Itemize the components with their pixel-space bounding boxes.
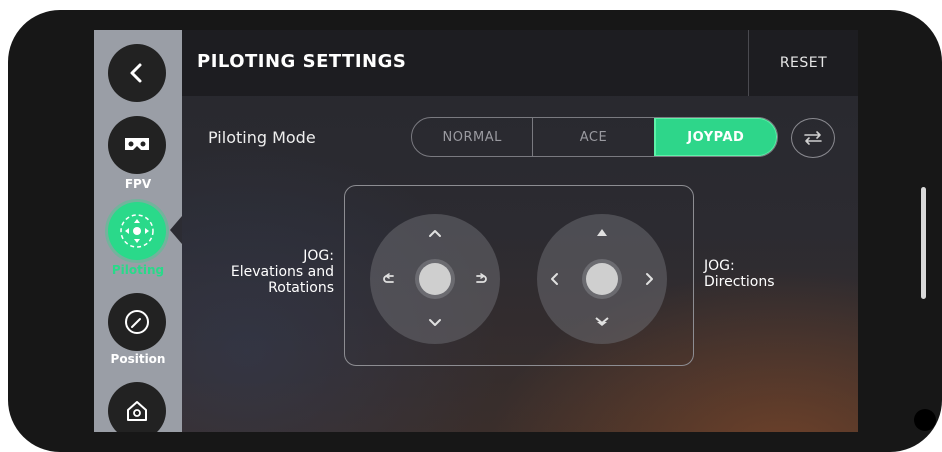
sidebar-item-label: Piloting <box>111 263 165 277</box>
left-joystick[interactable] <box>370 214 500 344</box>
sidebar-item-piloting[interactable] <box>108 202 166 260</box>
active-item-pointer <box>170 216 182 244</box>
phone-camera-dot <box>914 409 936 431</box>
joystick-preview <box>344 185 694 366</box>
home-icon <box>127 401 147 421</box>
sidebar-item-label: Position <box>110 352 166 366</box>
jog-left-label-line: Rotations <box>268 280 334 296</box>
app-screen: FPV Piloting Position PILOTING SETTINGS … <box>94 30 858 432</box>
arrow-up-icon <box>597 229 607 236</box>
vr-headset-icon <box>125 138 149 150</box>
rotate-left-icon <box>383 273 394 283</box>
jog-right-label-line: JOG: <box>704 258 735 274</box>
chevron-right-icon <box>646 273 653 285</box>
sidebar-item-position[interactable] <box>108 293 166 351</box>
swap-sticks-button[interactable] <box>791 118 835 158</box>
sidebar-item-fpv[interactable] <box>108 116 166 174</box>
sidebar-item-home[interactable] <box>108 382 166 432</box>
swap-arrows-icon <box>804 131 822 145</box>
mode-option-ace[interactable]: ACE <box>532 118 653 156</box>
arrow-down-icon <box>595 317 609 326</box>
piloting-mode-selector: NORMAL ACE JOYPAD <box>411 117 778 157</box>
jog-left-label-line: JOG: <box>303 248 334 264</box>
mode-option-joypad[interactable]: JOYPAD <box>653 118 777 156</box>
chevron-left-icon <box>551 273 558 285</box>
jog-right-label-line: Directions <box>704 274 775 290</box>
compass-icon <box>125 310 149 334</box>
piloting-mode-label: Piloting Mode <box>208 128 316 147</box>
page-title: PILOTING SETTINGS <box>197 51 407 72</box>
sidebar: FPV Piloting Position <box>94 30 182 432</box>
joystick-knob[interactable] <box>419 263 451 295</box>
joystick-knob[interactable] <box>586 263 618 295</box>
piloting-icon <box>120 214 154 248</box>
phone-side-button <box>921 187 926 299</box>
sidebar-item-label: FPV <box>124 177 152 191</box>
rotate-right-icon <box>476 273 487 283</box>
reset-button[interactable]: RESET <box>749 30 858 96</box>
jog-left-label-line: Elevations and <box>230 264 334 280</box>
jog-right-label: JOG: Directions <box>704 258 814 290</box>
right-joystick[interactable] <box>537 214 667 344</box>
chevron-down-icon <box>429 319 441 326</box>
mode-option-normal[interactable]: NORMAL <box>412 118 532 156</box>
chevron-up-icon <box>429 230 441 237</box>
jog-left-label: JOG: Elevations and Rotations <box>198 248 334 296</box>
back-chevron-icon <box>130 63 142 83</box>
back-button[interactable] <box>108 44 166 102</box>
top-bar: PILOTING SETTINGS RESET <box>182 30 858 96</box>
